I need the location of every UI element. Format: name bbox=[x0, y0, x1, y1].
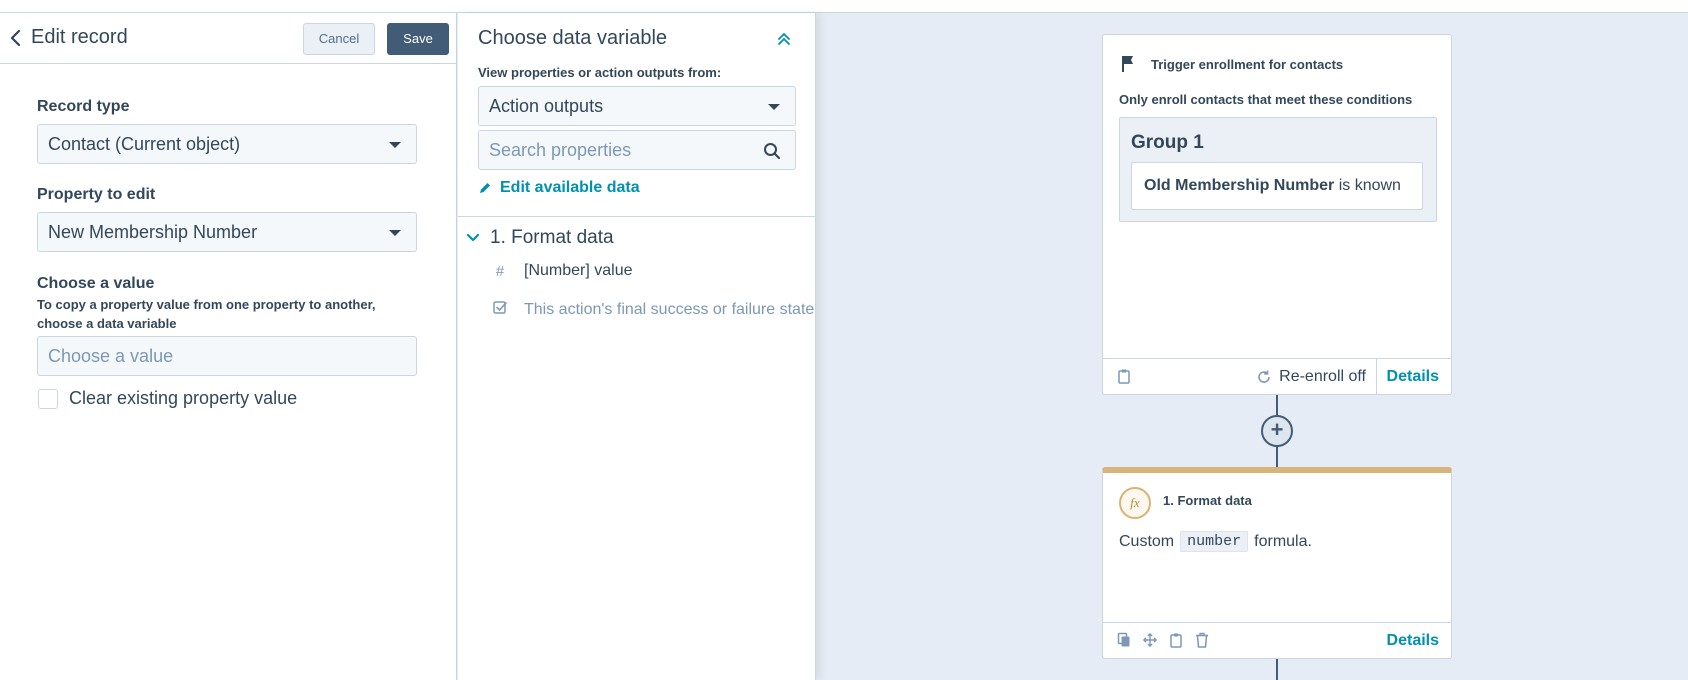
panel-title: Edit record bbox=[31, 26, 128, 48]
divider bbox=[1376, 359, 1377, 394]
record-type-select[interactable]: Contact (Current object) bbox=[37, 124, 417, 164]
source-value: Action outputs bbox=[489, 96, 604, 116]
trigger-subtitle: Only enroll contacts that meet these con… bbox=[1119, 92, 1413, 107]
condition-property: Old Membership Number bbox=[1144, 177, 1335, 194]
choose-value-label: Choose a value bbox=[37, 275, 155, 292]
group-label: 1. Format data bbox=[490, 227, 614, 248]
divider bbox=[458, 216, 816, 217]
variable-option-number-value[interactable]: # [Number] value bbox=[493, 262, 633, 280]
record-type-label: Record type bbox=[37, 98, 130, 115]
clear-value-label: Clear existing property value bbox=[69, 388, 298, 408]
edit-available-data-link[interactable]: Edit available data bbox=[478, 179, 640, 197]
source-select[interactable]: Action outputs bbox=[478, 86, 796, 126]
refresh-icon bbox=[1258, 370, 1270, 383]
trigger-details-link[interactable]: Details bbox=[1387, 368, 1439, 386]
option-label: This action's final success or failure s… bbox=[524, 300, 815, 318]
action-card-footer: Details bbox=[1103, 622, 1451, 658]
action-details-link[interactable]: Details bbox=[1387, 632, 1439, 650]
top-bar bbox=[0, 0, 1688, 13]
search-icon[interactable] bbox=[763, 142, 781, 160]
caret-down-icon bbox=[768, 104, 780, 110]
connector-line bbox=[1276, 659, 1278, 680]
clear-value-checkbox[interactable] bbox=[38, 389, 58, 409]
desc-prefix: Custom bbox=[1119, 532, 1175, 550]
move-icon[interactable] bbox=[1143, 632, 1157, 648]
record-type-value: Contact (Current object) bbox=[48, 134, 241, 154]
variable-panel-title: Choose data variable bbox=[478, 27, 668, 49]
caret-down-icon bbox=[389, 230, 401, 236]
property-to-edit-select[interactable]: New Membership Number bbox=[37, 212, 417, 252]
caret-down-icon bbox=[389, 142, 401, 148]
format-data-group-toggle[interactable]: 1. Format data bbox=[466, 227, 614, 249]
reenroll-label: Re-enroll off bbox=[1279, 368, 1366, 385]
desc-code: number bbox=[1180, 531, 1249, 552]
cancel-button[interactable]: Cancel bbox=[303, 23, 375, 55]
condition-operator: is known bbox=[1338, 177, 1401, 194]
formula-icon: fx bbox=[1119, 487, 1151, 519]
action-title: 1. Format data bbox=[1163, 493, 1252, 508]
trigger-card[interactable]: Trigger enrollment for contacts Only enr… bbox=[1102, 34, 1452, 395]
search-input[interactable]: Search properties bbox=[478, 130, 796, 170]
choose-value-input[interactable]: Choose a value bbox=[37, 336, 417, 376]
group-title: Group 1 bbox=[1131, 132, 1204, 153]
search-placeholder: Search properties bbox=[489, 140, 632, 160]
condition-filter[interactable]: Old Membership Number is known bbox=[1131, 162, 1423, 210]
option-label: [Number] value bbox=[524, 262, 633, 279]
caret-down-icon bbox=[466, 233, 480, 242]
connector-line bbox=[1276, 447, 1278, 467]
source-label: View properties or action outputs from: bbox=[478, 65, 722, 80]
add-action-button[interactable]: + bbox=[1261, 415, 1293, 447]
action-description: Custom number formula. bbox=[1119, 531, 1312, 552]
condition-group: Group 1 Old Membership Number is known bbox=[1119, 117, 1437, 222]
clipboard-icon[interactable] bbox=[1117, 368, 1131, 384]
property-to-edit-label: Property to edit bbox=[37, 186, 156, 203]
panel-header: Edit record Cancel Save bbox=[0, 13, 457, 64]
save-button[interactable]: Save bbox=[387, 23, 449, 55]
copy-icon[interactable] bbox=[1117, 632, 1131, 648]
edit-record-panel: Edit record Cancel Save Record type Cont… bbox=[0, 13, 457, 680]
flag-icon bbox=[1122, 56, 1133, 72]
property-to-edit-value: New Membership Number bbox=[48, 222, 258, 242]
chevron-left-icon[interactable] bbox=[8, 28, 24, 48]
edit-available-data-label: Edit available data bbox=[500, 179, 640, 196]
trigger-card-footer: Re-enroll off Details bbox=[1103, 358, 1451, 394]
hash-icon: # bbox=[495, 262, 505, 280]
desc-suffix: formula. bbox=[1254, 532, 1312, 550]
check-shield-icon bbox=[493, 300, 507, 319]
trash-icon[interactable] bbox=[1195, 632, 1209, 648]
connector-line bbox=[1276, 395, 1278, 415]
clipboard-icon[interactable] bbox=[1169, 632, 1183, 648]
data-variable-panel: Choose data variable View properties or … bbox=[458, 13, 816, 680]
choose-value-help: To copy a property value from one proper… bbox=[37, 297, 376, 331]
reenroll-toggle[interactable]: Re-enroll off bbox=[1257, 368, 1366, 386]
variable-option-status: This action's final success or failure s… bbox=[493, 300, 814, 319]
pencil-icon bbox=[480, 183, 490, 193]
trigger-title: Trigger enrollment for contacts bbox=[1151, 57, 1344, 72]
double-chevron-up-icon[interactable] bbox=[776, 31, 792, 47]
format-data-action-card[interactable]: fx 1. Format data Custom number formula.… bbox=[1102, 467, 1452, 659]
